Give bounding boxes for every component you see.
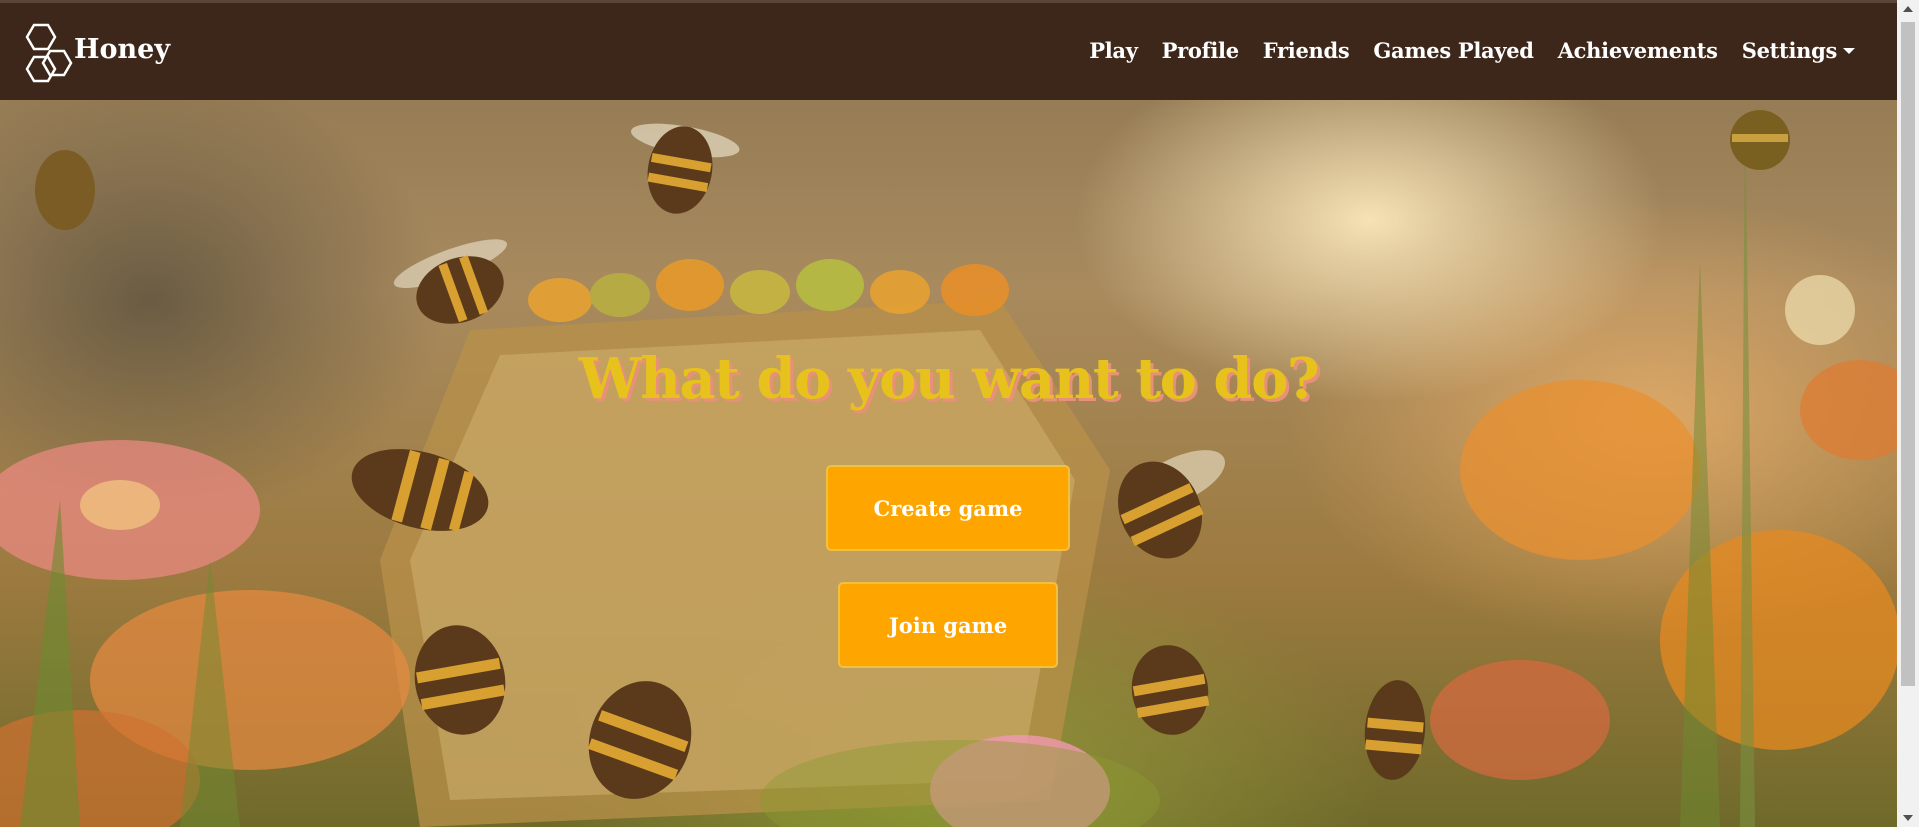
main-content: What do you want to do? Create game Join…: [0, 100, 1897, 827]
scroll-up-arrow-icon[interactable]: [1897, 0, 1919, 18]
nav-links: Play Profile Friends Games Played Achiev…: [1077, 38, 1867, 63]
scroll-down-arrow-icon[interactable]: [1897, 809, 1919, 827]
brand-link[interactable]: Honey: [18, 21, 170, 83]
honeycomb-icon: [25, 23, 73, 82]
join-game-button[interactable]: Join game: [838, 582, 1058, 668]
page: Honey Play Profile Friends Games Played …: [0, 0, 1919, 827]
nav-settings-dropdown[interactable]: Settings: [1730, 38, 1867, 63]
nav-settings-label: Settings: [1741, 38, 1838, 63]
scrollbar-thumb[interactable]: [1901, 22, 1915, 686]
vertical-scrollbar[interactable]: [1897, 0, 1919, 827]
page-title: What do you want to do?: [578, 346, 1320, 412]
nav-games-played[interactable]: Games Played: [1361, 38, 1545, 63]
nav-profile[interactable]: Profile: [1150, 38, 1251, 63]
nav-achievements[interactable]: Achievements: [1546, 38, 1730, 63]
create-game-button[interactable]: Create game: [826, 465, 1070, 551]
nav-friends[interactable]: Friends: [1251, 38, 1362, 63]
brand-name: Honey: [74, 34, 171, 65]
navbar: Honey Play Profile Friends Games Played …: [0, 0, 1897, 100]
nav-play[interactable]: Play: [1077, 38, 1149, 63]
caret-down-icon: [1843, 48, 1855, 54]
